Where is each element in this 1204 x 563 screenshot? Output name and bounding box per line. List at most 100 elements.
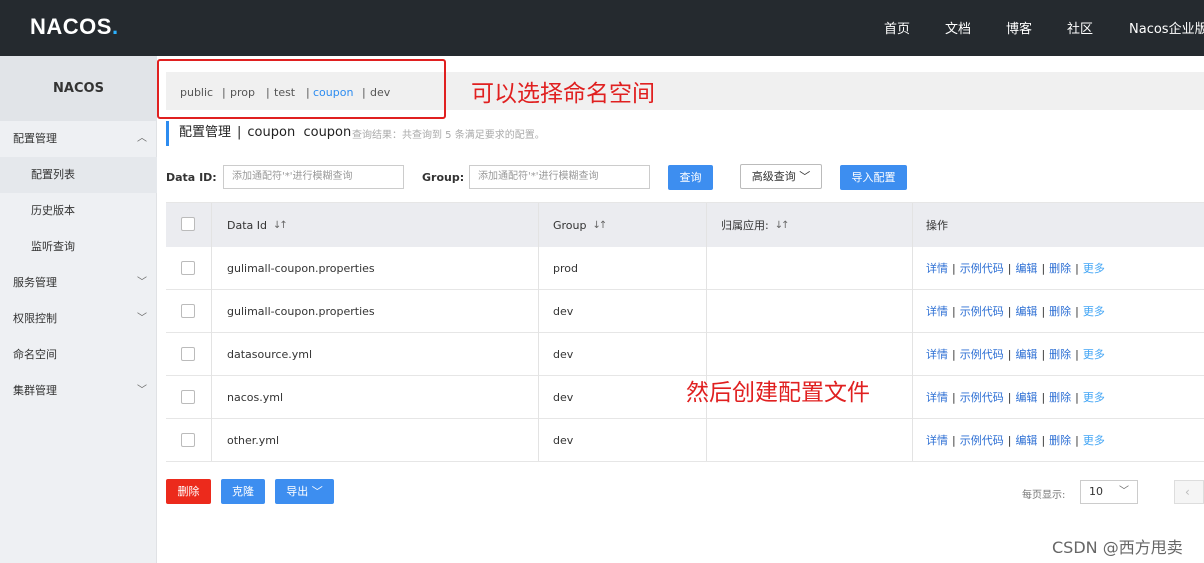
nav-blog[interactable]: 博客	[1006, 18, 1032, 37]
action-details-link[interactable]: 详情	[926, 432, 948, 448]
chevron-down-icon: ﹀	[799, 170, 811, 183]
nav-docs[interactable]: 文档	[945, 18, 971, 37]
nav-community[interactable]: 社区	[1067, 18, 1093, 37]
action-separator: |	[1007, 261, 1012, 275]
action-separator: |	[952, 433, 956, 447]
nacos-logo[interactable]: NACOS.	[30, 14, 119, 40]
watermark: CSDN @西方甩卖	[1052, 538, 1183, 557]
action-separator: |	[952, 261, 956, 275]
column-app[interactable]: 归属应用: ↓↑	[721, 203, 790, 247]
config-table: Data Id ↓↑ Group ↓↑ 归属应用: ↓↑ 操作 gulimall-co…	[166, 202, 1204, 462]
nav-home[interactable]: 首页	[884, 18, 910, 37]
column-divider	[706, 203, 707, 461]
action-edit-link[interactable]: 编辑	[1015, 260, 1037, 276]
action-more-link[interactable]: 更多	[1083, 346, 1105, 362]
action-details-link[interactable]: 详情	[926, 346, 948, 362]
action-sample-code-link[interactable]: 示例代码	[960, 346, 1004, 362]
cell-data-id: gulimall-coupon.properties	[227, 304, 375, 318]
action-details-link[interactable]: 详情	[926, 303, 948, 319]
action-separator: |	[1075, 433, 1079, 447]
action-separator: |	[1007, 390, 1012, 404]
cell-group: dev	[553, 304, 574, 318]
cell-data-id: datasource.yml	[227, 347, 313, 361]
action-edit-link[interactable]: 编辑	[1015, 346, 1037, 362]
advanced-query-button[interactable]: 高级查询 ﹀	[740, 164, 822, 189]
sidebar-item-history[interactable]: 历史版本	[0, 193, 157, 229]
chevron-left-icon: ‹	[1185, 485, 1190, 499]
column-group[interactable]: Group ↓↑	[553, 203, 608, 247]
action-separator: |	[952, 390, 956, 404]
sidebar-item-config-list[interactable]: 配置列表	[0, 157, 157, 193]
chevron-up-icon: ︿	[137, 133, 147, 144]
cell-group: dev	[553, 433, 574, 447]
sidebar-title: NACOS	[0, 56, 157, 121]
row-checkbox[interactable]	[181, 261, 195, 275]
sidebar-item-namespace[interactable]: 命名空间	[0, 337, 157, 373]
nav-enterprise[interactable]: Nacos企业版	[1129, 18, 1204, 37]
action-delete-link[interactable]: 删除	[1049, 303, 1071, 319]
action-more-link[interactable]: 更多	[1083, 432, 1105, 448]
action-edit-link[interactable]: 编辑	[1015, 432, 1037, 448]
row-checkbox[interactable]	[181, 433, 195, 447]
action-edit-link[interactable]: 编辑	[1015, 389, 1037, 405]
action-sample-code-link[interactable]: 示例代码	[960, 389, 1004, 405]
row-checkbox[interactable]	[181, 304, 195, 318]
row-checkbox[interactable]	[181, 347, 195, 361]
annotation-namespace-note: 可以选择命名空间	[471, 81, 655, 107]
sidebar-item-cluster-management[interactable]: 集群管理 ﹀	[0, 373, 157, 409]
sort-arrows-icon[interactable]: ↓↑	[775, 220, 790, 231]
cell-actions: 详情 | 示例代码 | 编辑 | 删除 | 更多	[926, 419, 1105, 461]
action-separator: |	[1075, 304, 1079, 318]
sidebar-item-service-management[interactable]: 服务管理 ﹀	[0, 265, 157, 301]
import-config-button[interactable]: 导入配置	[840, 165, 907, 190]
cell-data-id: other.yml	[227, 433, 280, 447]
column-data-id[interactable]: Data Id ↓↑	[227, 203, 288, 247]
sort-arrows-icon[interactable]: ↓↑	[273, 220, 288, 231]
action-delete-link[interactable]: 删除	[1049, 389, 1071, 405]
cell-group: prod	[553, 261, 578, 275]
cell-actions: 详情 | 示例代码 | 编辑 | 删除 | 更多	[926, 333, 1105, 375]
sidebar-item-config-management[interactable]: 配置管理 ︿	[0, 121, 157, 157]
action-more-link[interactable]: 更多	[1083, 260, 1105, 276]
column-divider	[912, 203, 913, 461]
select-all-checkbox[interactable]	[181, 217, 195, 231]
action-separator: |	[1075, 261, 1079, 275]
action-delete-link[interactable]: 删除	[1049, 346, 1071, 362]
action-edit-link[interactable]: 编辑	[1015, 303, 1037, 319]
action-delete-link[interactable]: 删除	[1049, 260, 1071, 276]
cell-actions: 详情 | 示例代码 | 编辑 | 删除 | 更多	[926, 247, 1105, 289]
query-button[interactable]: 查询	[668, 165, 713, 190]
action-separator: |	[1041, 261, 1046, 275]
bulk-delete-button[interactable]: 删除	[166, 479, 211, 504]
action-details-link[interactable]: 详情	[926, 389, 948, 405]
clone-button[interactable]: 克隆	[221, 479, 265, 504]
action-more-link[interactable]: 更多	[1083, 303, 1105, 319]
column-actions: 操作	[926, 219, 948, 232]
row-checkbox[interactable]	[181, 390, 195, 404]
group-input[interactable]: 添加通配符'*'进行模糊查询	[469, 165, 650, 189]
data-id-label: Data ID:	[166, 171, 217, 184]
action-separator: |	[1075, 347, 1079, 361]
sidebar-item-access-control[interactable]: 权限控制 ﹀	[0, 301, 157, 337]
action-details-link[interactable]: 详情	[926, 260, 948, 276]
cell-actions: 详情 | 示例代码 | 编辑 | 删除 | 更多	[926, 376, 1105, 418]
pagination-prev-button[interactable]: ‹	[1174, 480, 1204, 504]
cell-data-id: nacos.yml	[227, 390, 283, 404]
breadcrumb: 配置管理 | coupon coupon	[166, 121, 351, 146]
action-sample-code-link[interactable]: 示例代码	[960, 432, 1004, 448]
action-sample-code-link[interactable]: 示例代码	[960, 260, 1004, 276]
per-page-label: 每页显示:	[1022, 490, 1066, 501]
per-page-select[interactable]: 10 ﹀	[1080, 480, 1138, 504]
action-more-link[interactable]: 更多	[1083, 389, 1105, 405]
export-button[interactable]: 导出 ﹀	[275, 479, 334, 504]
sort-arrows-icon[interactable]: ↓↑	[593, 220, 608, 231]
chevron-down-icon: ﹀	[137, 385, 147, 396]
action-delete-link[interactable]: 删除	[1049, 432, 1071, 448]
sidebar-item-listener-query[interactable]: 监听查询	[0, 229, 157, 265]
data-id-input[interactable]: 添加通配符'*'进行模糊查询	[223, 165, 404, 189]
cell-group: dev	[553, 390, 574, 404]
table-row: gulimall-coupon.properties prod 详情 | 示例代码 |…	[166, 247, 1204, 290]
group-label: Group:	[422, 171, 465, 184]
action-sample-code-link[interactable]: 示例代码	[960, 303, 1004, 319]
action-separator: |	[1041, 304, 1046, 318]
